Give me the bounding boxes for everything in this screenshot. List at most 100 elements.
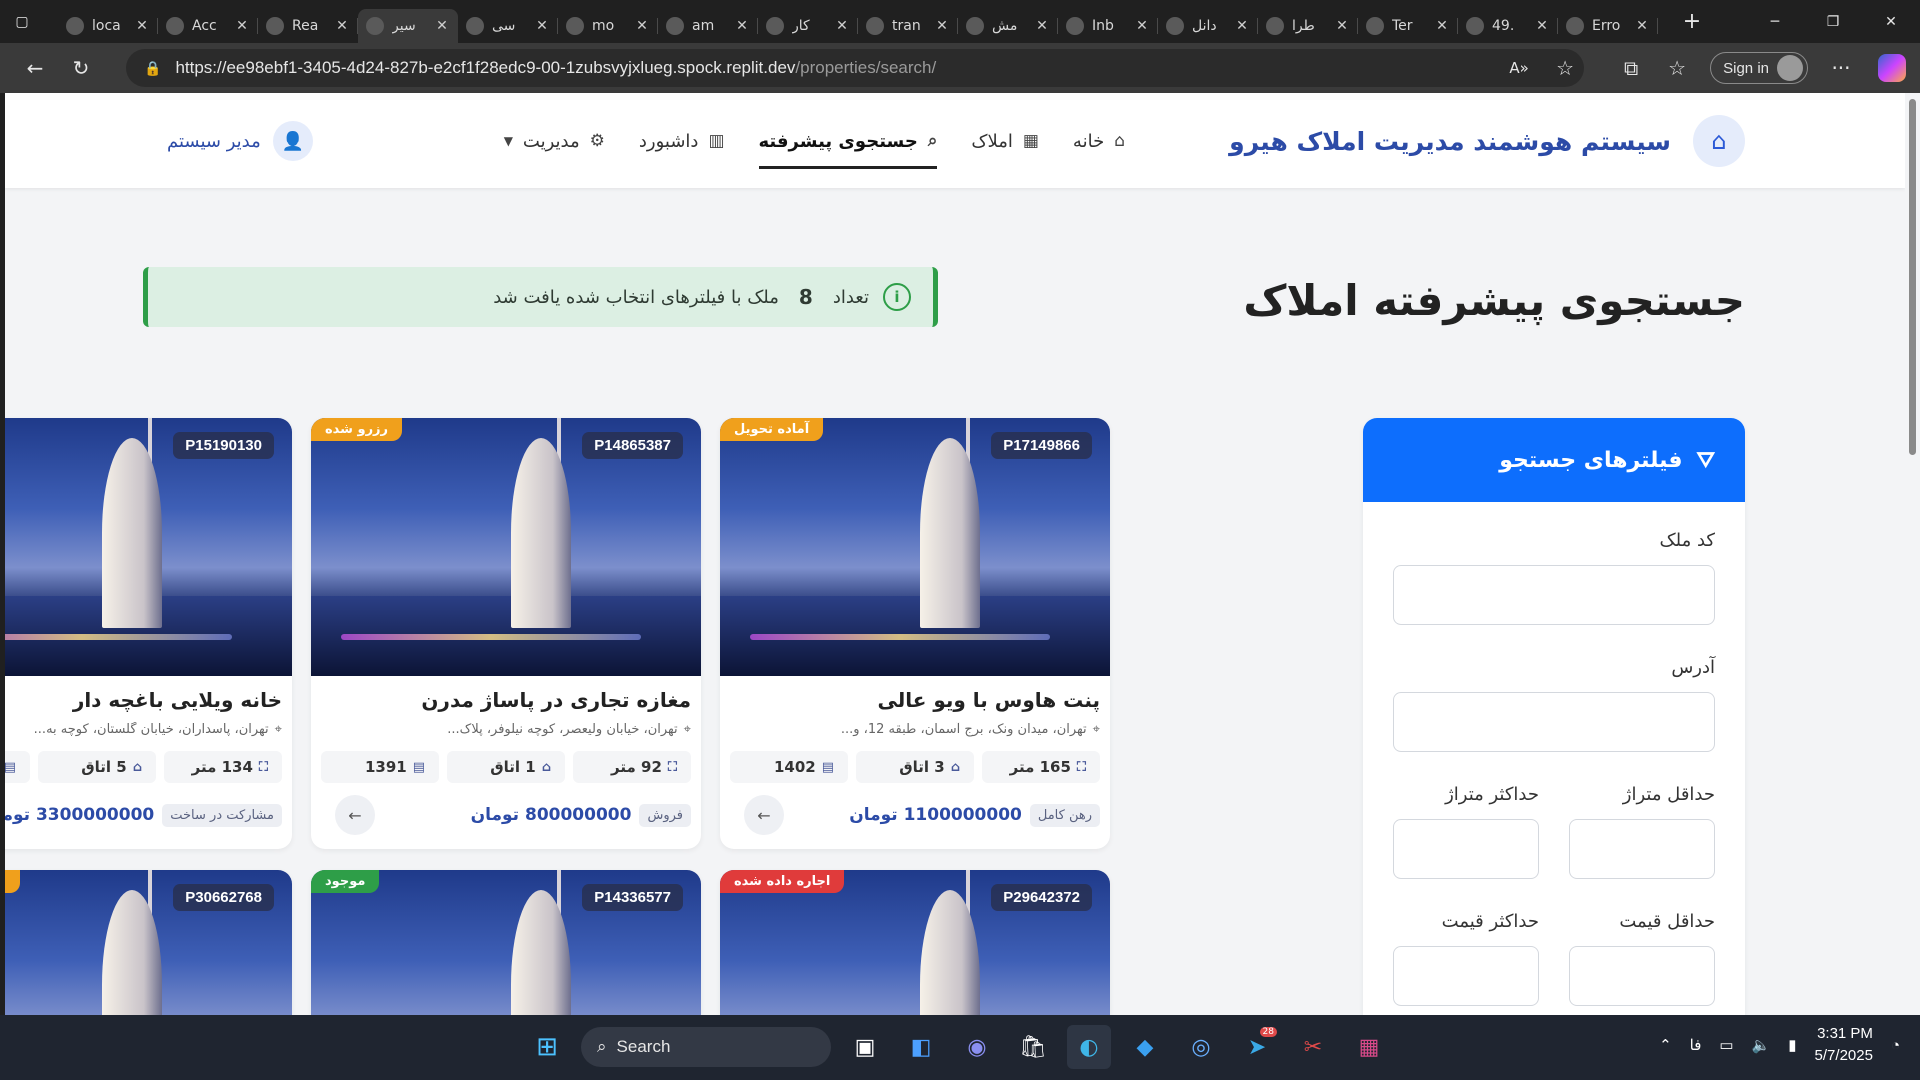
nav-item[interactable]: ▦ املاک — [971, 121, 1039, 161]
property-title[interactable]: پنت هاوس با ویو عالی — [730, 688, 1100, 712]
browser-tab[interactable]: tran ✕ — [858, 9, 958, 43]
network-icon[interactable]: ▭ — [1719, 1036, 1733, 1054]
close-tab-icon[interactable]: ✕ — [1434, 18, 1450, 34]
browser-tab[interactable]: دانل ✕ — [1158, 9, 1258, 43]
taskbar-search[interactable]: ⌕ Search — [581, 1027, 831, 1067]
scrollbar-thumb[interactable] — [1909, 99, 1916, 455]
url-field[interactable]: 🔒 https://ee98ebf1-3405-4d24-827b-e2cf1f… — [126, 49, 1584, 87]
min-area-input[interactable] — [1569, 819, 1715, 879]
telegram-icon[interactable]: ➤ 28 — [1235, 1025, 1279, 1069]
notifications-icon[interactable]: ◔ — [1891, 1037, 1900, 1054]
restore-icon[interactable]: ❐ — [1804, 0, 1862, 43]
property-card[interactable]: P14336577 موجود — [311, 870, 701, 1015]
user-menu[interactable]: 👤 مدیر سیستم — [167, 121, 313, 161]
close-tab-icon[interactable]: ✕ — [1334, 18, 1350, 34]
tab-title: Rea — [292, 17, 319, 34]
close-tab-icon[interactable]: ✕ — [334, 18, 350, 34]
nav-item[interactable]: ⌂ خانه — [1073, 121, 1125, 161]
winrar-icon[interactable]: ▦ — [1347, 1025, 1391, 1069]
back-icon[interactable]: ← — [12, 48, 58, 88]
address-input[interactable] — [1393, 692, 1715, 752]
browser-tab[interactable]: loca ✕ — [58, 9, 158, 43]
close-tab-icon[interactable]: ✕ — [234, 18, 250, 34]
read-aloud-icon[interactable]: A» — [1496, 48, 1542, 88]
browser-tab[interactable]: سیر ✕ — [358, 8, 458, 43]
browser-tab[interactable]: سی ✕ — [458, 9, 558, 43]
max-price-input[interactable] — [1393, 946, 1539, 1006]
browser-tab[interactable]: Ter ✕ — [1358, 9, 1458, 43]
browser-tab[interactable]: کار ✕ — [758, 9, 858, 43]
clock[interactable]: 3:31 PM 5/7/2025 — [1815, 1023, 1873, 1067]
vscode-icon[interactable]: ◆ — [1123, 1025, 1167, 1069]
browser-tab[interactable]: mo ✕ — [558, 9, 658, 43]
new-tab-button[interactable]: + — [1672, 9, 1712, 34]
teams-icon[interactable]: ◉ — [955, 1025, 999, 1069]
property-card[interactable]: P15190130رزرو شده خانه ویلایی باغچه دار ⌖ ت… — [5, 418, 292, 849]
app-icon[interactable]: ◎ — [1179, 1025, 1223, 1069]
more-menu-icon[interactable]: ··· — [1818, 48, 1864, 88]
arrow-left-icon[interactable]: ← — [744, 795, 784, 835]
brand[interactable]: ⌂ سیستم هوشمند مدیریت املاک هیرو — [1229, 115, 1745, 167]
house-icon: ⌂ — [132, 759, 142, 775]
alert-count: 8 — [798, 285, 813, 309]
browser-tab[interactable]: Rea ✕ — [258, 9, 358, 43]
browser-tab[interactable]: طرا ✕ — [1258, 9, 1358, 43]
property-card[interactable]: P30662768 در حال ساخت — [5, 870, 292, 1015]
language-indicator[interactable]: فا — [1690, 1036, 1702, 1054]
battery-icon[interactable]: ▮ — [1788, 1036, 1796, 1054]
property-card[interactable]: P29642372 اجاره داده شده — [720, 870, 1110, 1015]
browser-tab[interactable]: Erro ✕ — [1558, 9, 1658, 43]
close-tab-icon[interactable]: ✕ — [934, 18, 950, 34]
nav-item[interactable]: ⌕ جستجوی پیشرفته — [758, 121, 937, 169]
close-window-icon[interactable]: ✕ — [1862, 0, 1920, 43]
widgets-icon[interactable]: ◧ — [899, 1025, 943, 1069]
close-tab-icon[interactable]: ✕ — [834, 18, 850, 34]
favorite-star-icon[interactable]: ☆ — [1542, 48, 1588, 88]
close-tab-icon[interactable]: ✕ — [434, 18, 450, 34]
browser-tab[interactable]: 49. ✕ — [1458, 9, 1558, 43]
year-stat: ▤1397 — [5, 751, 30, 783]
snipping-tool-icon[interactable]: ✂ — [1291, 1025, 1335, 1069]
nav-item[interactable]: ▥ داشبورد — [639, 121, 725, 161]
copilot-icon[interactable] — [1878, 54, 1906, 82]
property-title[interactable]: مغازه تجاری در پاساژ مدرن — [321, 688, 691, 712]
page-scrollbar[interactable] — [1905, 93, 1920, 1015]
sign-in-button[interactable]: Sign in — [1710, 52, 1808, 84]
edge-icon[interactable]: ◐ — [1067, 1025, 1111, 1069]
browser-tab[interactable]: Acc ✕ — [158, 9, 258, 43]
nav-item[interactable]: ⚙ مدیریت ▼ — [504, 121, 605, 161]
close-tab-icon[interactable]: ✕ — [134, 18, 150, 34]
extensions-icon[interactable]: ⧉ — [1608, 48, 1654, 88]
user-icon: 👤 — [272, 121, 313, 161]
tab-title: Acc — [192, 17, 217, 34]
max-area-input[interactable] — [1393, 819, 1539, 879]
property-card[interactable]: P17149866 آماده تحویل پنت هاوس با ویو عالی… — [720, 418, 1110, 849]
chevron-up-icon[interactable]: ⌃ — [1659, 1036, 1672, 1054]
store-icon[interactable]: 🛍 — [1011, 1025, 1055, 1069]
min-price-input[interactable] — [1569, 946, 1715, 1006]
address-text: تهران، پاسداران، خیابان گلستان، کوچه به.… — [33, 722, 269, 737]
arrow-left-icon[interactable]: ← — [335, 795, 375, 835]
browser-tab[interactable]: مش ✕ — [958, 9, 1058, 43]
minimize-icon[interactable]: ─ — [1746, 0, 1804, 43]
tab-actions-icon[interactable]: ▢ — [0, 0, 44, 43]
property-title[interactable]: خانه ویلایی باغچه دار — [5, 688, 282, 712]
close-tab-icon[interactable]: ✕ — [1234, 18, 1250, 34]
tab-title: طرا — [1292, 17, 1315, 34]
close-tab-icon[interactable]: ✕ — [534, 18, 550, 34]
close-tab-icon[interactable]: ✕ — [734, 18, 750, 34]
close-tab-icon[interactable]: ✕ — [1134, 18, 1150, 34]
close-tab-icon[interactable]: ✕ — [1034, 18, 1050, 34]
close-tab-icon[interactable]: ✕ — [1634, 18, 1650, 34]
browser-tab[interactable]: am ✕ — [658, 9, 758, 43]
browser-tab[interactable]: Inb ✕ — [1058, 9, 1158, 43]
task-view-icon[interactable]: ▣ — [843, 1025, 887, 1069]
favorites-icon[interactable]: ☆ — [1654, 48, 1700, 88]
property-card[interactable]: P14865387 رزرو شده مغازه تجاری در پاساژ مد… — [311, 418, 701, 849]
close-tab-icon[interactable]: ✕ — [1534, 18, 1550, 34]
volume-icon[interactable]: 🔈 — [1752, 1036, 1771, 1054]
start-icon[interactable]: ⊞ — [525, 1025, 569, 1069]
refresh-icon[interactable]: ↻ — [58, 48, 104, 88]
code-input[interactable] — [1393, 565, 1715, 625]
close-tab-icon[interactable]: ✕ — [634, 18, 650, 34]
